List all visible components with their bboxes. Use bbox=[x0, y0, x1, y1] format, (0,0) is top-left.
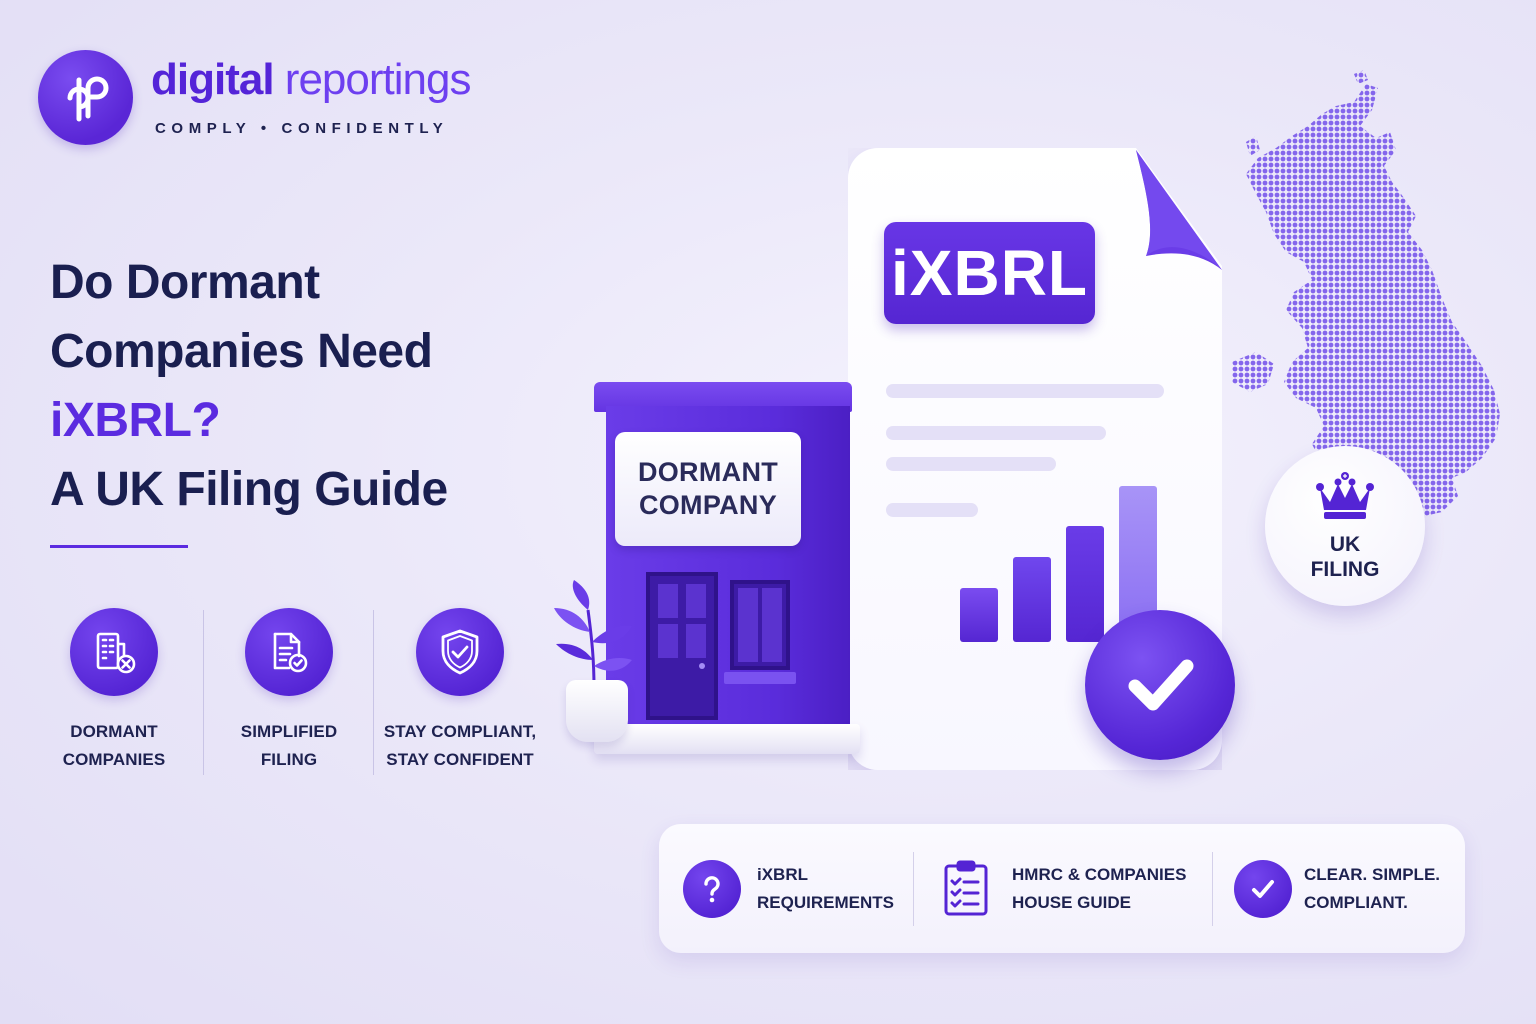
document-text-line bbox=[886, 426, 1106, 440]
store-window-sill bbox=[724, 672, 796, 684]
check-icon bbox=[1085, 610, 1235, 760]
panel-item-text: HMRC & COMPANIES HOUSE GUIDE bbox=[1012, 865, 1187, 912]
plant-icon bbox=[554, 580, 632, 689]
ixbrl-badge: iXBRL bbox=[884, 222, 1095, 324]
panel-divider bbox=[1212, 852, 1213, 926]
headline-line-4: A UK Filing Guide bbox=[50, 463, 448, 516]
document-text-line bbox=[886, 384, 1164, 398]
panel-item-hmrc-guide: HMRC & COMPANIES HOUSE GUIDE bbox=[940, 848, 1186, 930]
document-fold bbox=[1136, 150, 1222, 270]
clipboard-checklist-icon bbox=[940, 860, 992, 918]
store-sign-line-2: COMPANY bbox=[638, 490, 778, 520]
brand-logo[interactable]: digital reportings COMPLY • CONFIDENTLY bbox=[38, 50, 471, 145]
feature-label: SIMPLIFIED FILING bbox=[240, 722, 338, 769]
document-chart-bar bbox=[960, 588, 998, 642]
feature-label: STAY COMPLIANT, STAY CONFIDENT bbox=[383, 722, 537, 769]
panel-item-clear-simple: CLEAR. SIMPLE. COMPLIANT. bbox=[1234, 848, 1440, 930]
uk-filing-badge: UK FILING bbox=[1265, 446, 1425, 606]
store-window bbox=[730, 580, 790, 670]
uk-badge-line-2: FILING bbox=[1310, 558, 1380, 581]
building-cross-icon bbox=[70, 608, 158, 696]
panel-item-text: iXBRL REQUIREMENTS bbox=[757, 865, 894, 912]
store-sign-line-1: DORMANT bbox=[637, 457, 779, 487]
document-chart-bar bbox=[1066, 526, 1104, 642]
store-sign: DORMANT COMPANY bbox=[615, 432, 801, 546]
document-text-line bbox=[886, 457, 1056, 471]
headline-line-1: Do Dormant bbox=[50, 256, 320, 309]
document-check-icon bbox=[245, 608, 333, 696]
panel-item-ixbrl-requirements: iXBRL REQUIREMENTS bbox=[683, 848, 894, 930]
shield-check-icon bbox=[416, 608, 504, 696]
headline-line-2: Companies Need bbox=[50, 325, 433, 378]
headline-divider bbox=[50, 545, 188, 548]
feature-dormant-companies: DORMANT COMPANIES bbox=[29, 608, 199, 774]
feature-simplified-filing: SIMPLIFIED FILING bbox=[204, 608, 374, 774]
plant-pot bbox=[566, 680, 628, 742]
document-text-line bbox=[886, 503, 978, 517]
dr-monogram-icon bbox=[38, 50, 133, 145]
store-base bbox=[594, 724, 860, 754]
brand-tagline: COMPLY • CONFIDENTLY bbox=[155, 120, 449, 137]
check-circle-icon bbox=[1234, 860, 1292, 918]
feature-divider bbox=[373, 610, 374, 775]
uk-badge-line-1: UK bbox=[1329, 533, 1361, 556]
panel-item-text: CLEAR. SIMPLE. COMPLIANT. bbox=[1304, 865, 1441, 912]
document-chart-bar bbox=[1013, 557, 1051, 642]
question-icon bbox=[683, 860, 741, 918]
feature-label: DORMANT COMPANIES bbox=[62, 722, 166, 769]
panel-divider bbox=[913, 852, 914, 926]
brand-name: digital reportings bbox=[151, 55, 471, 104]
store-door bbox=[646, 572, 718, 720]
headline-line-3: iXBRL? bbox=[50, 394, 221, 447]
crown-icon bbox=[1316, 472, 1374, 519]
feature-stay-compliant: STAY COMPLIANT, STAY CONFIDENT bbox=[375, 608, 545, 774]
page-title: Do Dormant Companies Need iXBRL? A UK Fi… bbox=[50, 248, 448, 524]
